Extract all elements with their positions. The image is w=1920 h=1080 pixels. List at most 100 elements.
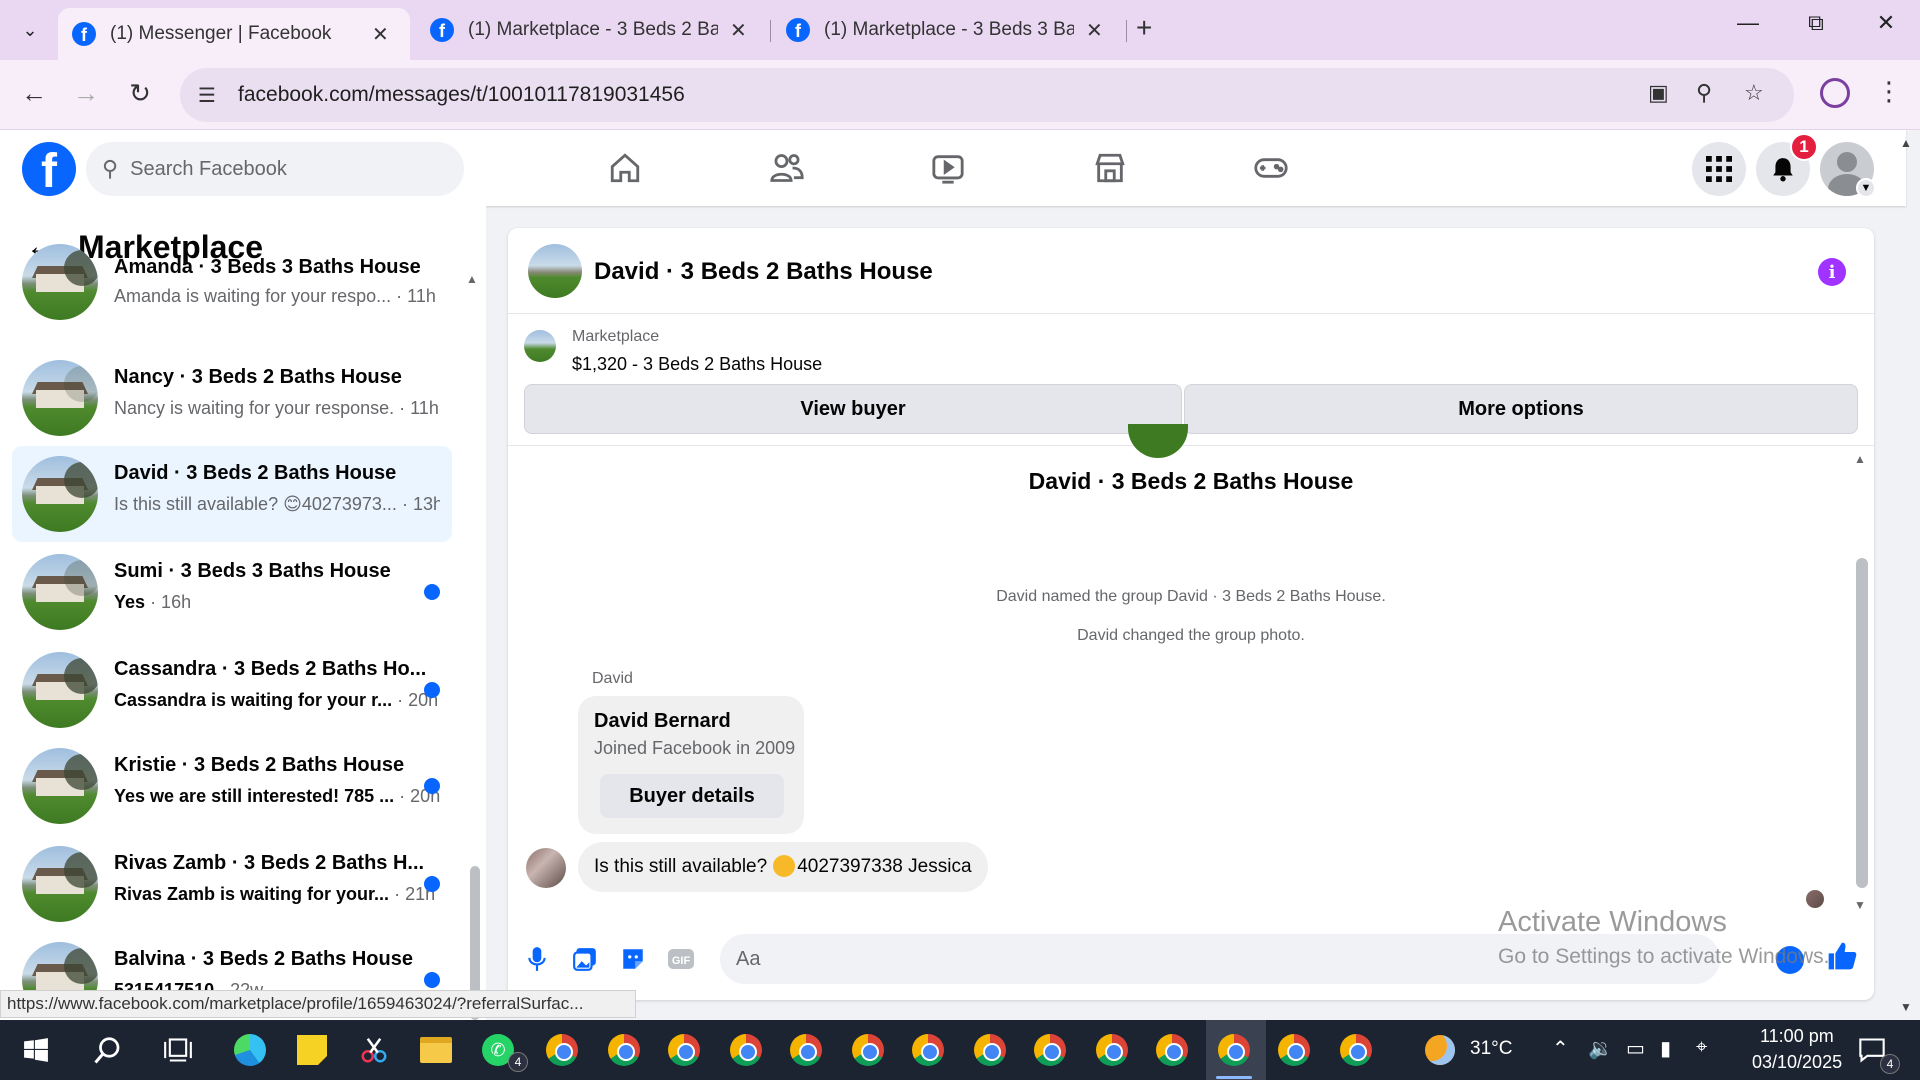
chrome-icon[interactable] — [1274, 1030, 1314, 1070]
clock-date[interactable]: 03/10/2025 — [1752, 1052, 1842, 1073]
microphone-icon[interactable] — [520, 942, 554, 976]
wifi-icon[interactable]: ⌖ — [1696, 1036, 1707, 1059]
message-input[interactable] — [720, 934, 1720, 984]
tab-close-icon[interactable]: ✕ — [730, 18, 747, 43]
tab-marketplace-2[interactable]: f (1) Marketplace - 3 Beds 3 Baths ✕ — [772, 8, 1126, 52]
conversation-item[interactable]: Cassandra · 3 Beds 2 Baths Ho... Cassand… — [12, 642, 452, 738]
site-info-icon[interactable]: ☰ — [198, 83, 224, 108]
conversation-item[interactable]: Amanda · 3 Beds 3 Baths House Amanda is … — [12, 244, 452, 350]
sender-avatar[interactable] — [526, 848, 566, 888]
sticky-notes-icon[interactable] — [292, 1030, 332, 1070]
buyer-details-button[interactable]: Buyer details — [600, 774, 784, 818]
chat-title[interactable]: David · 3 Beds 2 Baths House — [594, 258, 933, 286]
display-icon[interactable]: ▭ — [1626, 1036, 1645, 1061]
home-icon[interactable] — [605, 148, 645, 188]
snipping-tool-icon[interactable] — [354, 1030, 394, 1070]
address-bar[interactable]: ☰ facebook.com/messages/t/10010117819031… — [180, 68, 1794, 122]
chrome-icon[interactable] — [848, 1030, 888, 1070]
chrome-icon[interactable] — [1092, 1030, 1132, 1070]
new-tab-button[interactable]: + — [1136, 12, 1152, 44]
minimize-icon[interactable]: — — [1728, 10, 1768, 36]
conversation-name: Amanda · 3 Beds 3 Baths House — [114, 256, 421, 278]
chrome-icon[interactable] — [1030, 1030, 1070, 1070]
battery-icon[interactable]: ▮ — [1660, 1036, 1671, 1061]
chrome-icon[interactable] — [970, 1030, 1010, 1070]
marketplace-label: Marketplace — [572, 328, 660, 345]
chrome-icon[interactable] — [542, 1030, 582, 1070]
chat-scrollbar[interactable] — [1856, 558, 1868, 888]
search-input[interactable] — [130, 157, 431, 181]
message-thread: David · 3 Beds 2 Baths House David named… — [508, 424, 1874, 908]
restore-icon[interactable]: ⧉ — [1796, 10, 1836, 36]
search-icon[interactable] — [88, 1030, 128, 1070]
forward-icon[interactable]: → — [68, 78, 104, 109]
chevron-down-icon[interactable]: ▼ — [1856, 178, 1876, 198]
menu-grid-icon[interactable] — [1692, 142, 1746, 196]
tab-close-icon[interactable]: ✕ — [1086, 18, 1103, 43]
tab-marketplace-1[interactable]: f (1) Marketplace - 3 Beds 2 Baths ✕ — [416, 8, 770, 52]
chrome-icon[interactable] — [786, 1030, 826, 1070]
more-options-button[interactable]: More options — [1184, 384, 1858, 434]
chrome-icon[interactable] — [604, 1030, 644, 1070]
marketplace-icon[interactable] — [1090, 148, 1130, 188]
chrome-icon[interactable] — [1336, 1030, 1376, 1070]
show-hidden-icons-chevron-icon[interactable]: ⌃ — [1552, 1036, 1569, 1061]
conversation-item[interactable]: Rivas Zamb · 3 Beds 2 Baths H... Rivas Z… — [12, 836, 452, 932]
scroll-down-arrow-icon[interactable]: ▼ — [1854, 898, 1866, 912]
close-window-icon[interactable]: ✕ — [1866, 10, 1906, 36]
temperature[interactable]: 31°C — [1470, 1038, 1512, 1060]
bookmark-star-icon[interactable]: ☆ — [1744, 80, 1764, 106]
back-icon[interactable]: ← — [16, 78, 52, 109]
conversation-item[interactable]: Nancy · 3 Beds 2 Baths House Nancy is wa… — [12, 350, 452, 446]
photo-gallery-icon[interactable] — [568, 942, 602, 976]
weather-icon[interactable] — [1420, 1030, 1460, 1070]
conversation-item-active[interactable]: David · 3 Beds 2 Baths House Is this sti… — [12, 446, 452, 542]
chrome-icon-active[interactable] — [1214, 1030, 1254, 1070]
emoji-picker-icon[interactable] — [1776, 946, 1804, 974]
edge-browser-icon[interactable] — [230, 1030, 270, 1070]
chrome-icon[interactable] — [664, 1030, 704, 1070]
file-explorer-icon[interactable] — [416, 1030, 456, 1070]
install-app-icon[interactable]: ▣ — [1648, 80, 1669, 106]
facebook-logo-icon[interactable]: f — [22, 142, 76, 196]
gaming-icon[interactable] — [1251, 148, 1291, 188]
reload-icon[interactable]: ↻ — [122, 78, 158, 109]
tab-search-chevron-icon[interactable]: ⌄ — [10, 12, 50, 48]
tab-title: (1) Marketplace - 3 Beds 3 Baths — [824, 19, 1074, 40]
conversation-item[interactable]: Kristie · 3 Beds 2 Baths House Yes we ar… — [12, 738, 452, 834]
zoom-icon[interactable]: ⚲ — [1696, 80, 1712, 106]
chrome-icon[interactable] — [726, 1030, 766, 1070]
page-scroll-down-icon[interactable]: ▼ — [1900, 1000, 1912, 1014]
chrome-icon[interactable] — [908, 1030, 948, 1070]
message-bubble[interactable]: Is this still available? 4027397338 Jess… — [578, 842, 988, 892]
video-icon[interactable] — [928, 148, 968, 188]
notification-center-badge: 4 — [1880, 1054, 1900, 1074]
friends-icon[interactable] — [767, 148, 807, 188]
windows-start-icon[interactable] — [16, 1030, 56, 1070]
tab-close-icon[interactable]: ✕ — [372, 22, 389, 47]
info-icon[interactable]: i — [1818, 258, 1846, 286]
facebook-search[interactable]: ⚲ — [86, 142, 464, 196]
task-view-icon[interactable] — [158, 1030, 198, 1070]
volume-icon[interactable]: 🔉 — [1588, 1036, 1613, 1061]
scroll-up-arrow-icon[interactable]: ▲ — [1854, 452, 1866, 466]
view-buyer-button[interactable]: View buyer — [524, 384, 1182, 434]
gif-icon[interactable]: GIF — [664, 942, 698, 976]
browser-menu-icon[interactable]: ⋮ — [1876, 76, 1902, 107]
conversation-preview: Amanda is waiting for your respo... · 11… — [114, 286, 436, 306]
listing-price-title[interactable]: $1,320 - 3 Beds 2 Baths House — [572, 354, 822, 375]
browser-profile-icon[interactable] — [1820, 78, 1850, 108]
windows-taskbar: ✆ 4 31°C ⌃ 🔉 ▭ ▮ ⌖ 11:00 pm 03/10/2025 4 — [0, 1020, 1920, 1080]
clock-time[interactable]: 11:00 pm — [1760, 1026, 1834, 1047]
page-scroll-up-icon[interactable]: ▲ — [1900, 136, 1912, 150]
conversation-item[interactable]: Sumi · 3 Beds 3 Baths House Yes · 16h — [12, 544, 452, 640]
scroll-up-arrow-icon[interactable]: ▲ — [466, 272, 478, 286]
thumbs-up-icon[interactable] — [1826, 940, 1858, 980]
group-avatar[interactable] — [528, 244, 582, 298]
tab-messenger[interactable]: f (1) Messenger | Facebook ✕ — [58, 8, 410, 60]
facebook-favicon-icon: f — [72, 22, 96, 46]
browser-toolbar: ← → ↻ ☰ facebook.com/messages/t/10010117… — [0, 60, 1920, 130]
listing-thumbnail[interactable] — [524, 330, 556, 362]
chrome-icon[interactable] — [1152, 1030, 1192, 1070]
sticker-icon[interactable] — [616, 942, 650, 976]
